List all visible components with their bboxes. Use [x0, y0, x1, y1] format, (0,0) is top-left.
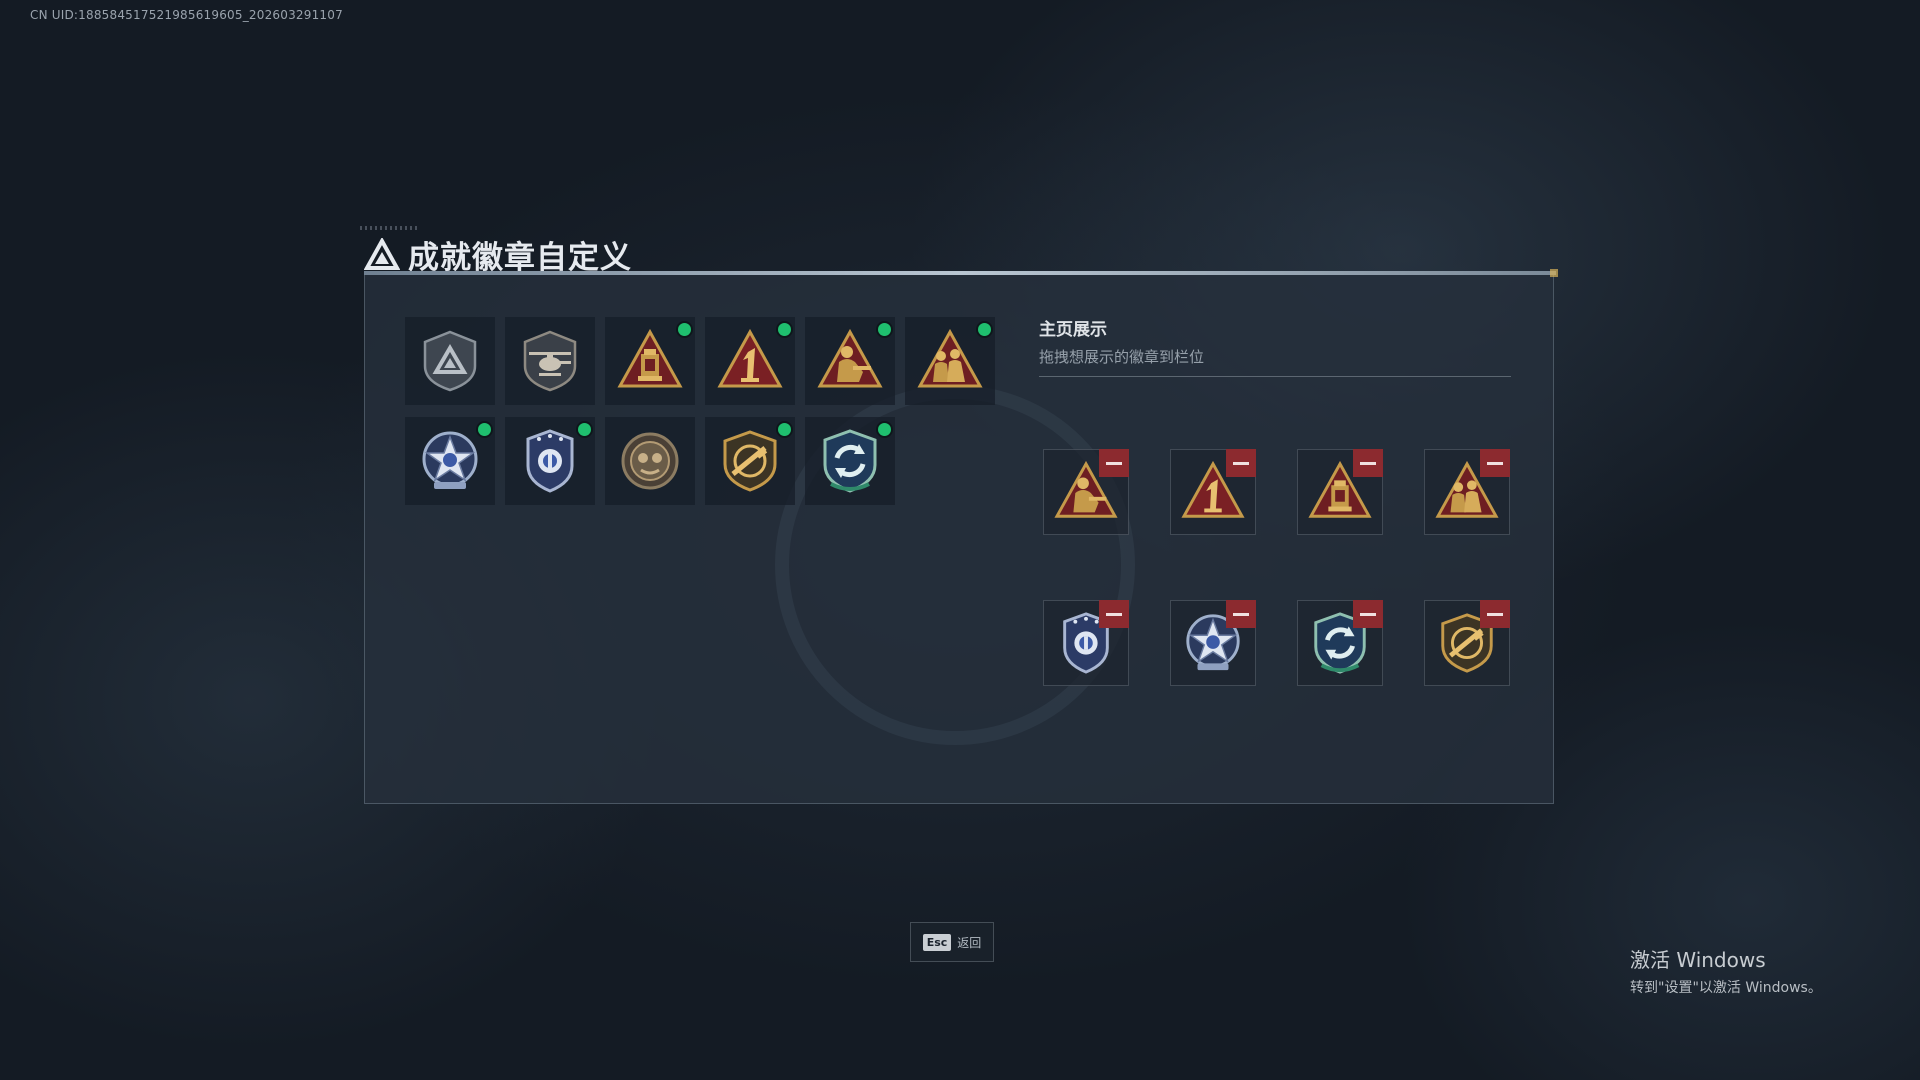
bronze-circle-badge-icon: [617, 428, 683, 494]
remove-badge-button[interactable]: [1099, 600, 1129, 628]
activation-subtitle: 转到"设置"以激活 Windows。: [1630, 980, 1822, 996]
rifle-shield-badge-icon: [717, 428, 783, 494]
homepage-showcase: 主页展示 拖拽想展示的徽章到栏位: [1039, 317, 1511, 686]
gold-triangle-soldier-badge-icon: [817, 328, 883, 394]
showcase-divider: [1039, 376, 1511, 377]
remove-badge-button[interactable]: [1226, 600, 1256, 628]
equipped-indicator: [678, 323, 691, 336]
back-label: 返回: [957, 935, 982, 950]
badge-slot[interactable]: [605, 317, 695, 405]
silver-star-badge-icon: [417, 428, 483, 494]
delta-logo-icon: [364, 237, 400, 270]
badge-slot[interactable]: [505, 417, 595, 505]
back-button[interactable]: Esc 返回: [910, 922, 994, 962]
remove-badge-button[interactable]: [1353, 449, 1383, 477]
gold-triangle-lantern-badge-icon: [617, 328, 683, 394]
showcase-title: 主页展示: [1039, 320, 1107, 340]
remove-badge-button[interactable]: [1226, 449, 1256, 477]
showcase-slot[interactable]: [1424, 449, 1510, 535]
badge-slot[interactable]: [705, 417, 795, 505]
showcase-slot[interactable]: [1297, 600, 1383, 686]
equipped-indicator: [978, 323, 991, 336]
equipped-indicator: [478, 423, 491, 436]
badge-slot[interactable]: [405, 417, 495, 505]
badge-slot[interactable]: [505, 317, 595, 405]
equipped-indicator: [878, 323, 891, 336]
badge-slot[interactable]: [705, 317, 795, 405]
title-decoration: [360, 226, 420, 230]
equipped-indicator: [778, 423, 791, 436]
badge-customization-panel: 主页展示 拖拽想展示的徽章到栏位: [364, 269, 1558, 804]
equipped-indicator: [578, 423, 591, 436]
showcase-slot[interactable]: [1043, 449, 1129, 535]
showcase-subtitle: 拖拽想展示的徽章到栏位: [1039, 348, 1205, 366]
remove-badge-button[interactable]: [1353, 600, 1383, 628]
green-cycle-shield-badge-icon: [817, 428, 883, 494]
showcase-slot[interactable]: [1170, 449, 1256, 535]
equipped-indicator: [778, 323, 791, 336]
gray-triangle-shield-badge-icon: [417, 328, 483, 394]
showcase-slot[interactable]: [1170, 600, 1256, 686]
police-shield-badge-icon: [517, 428, 583, 494]
remove-badge-button[interactable]: [1480, 600, 1510, 628]
badge-slot[interactable]: [605, 417, 695, 505]
esc-key-hint: Esc: [922, 933, 952, 951]
helicopter-shield-badge-icon: [517, 328, 583, 394]
showcase-slot[interactable]: [1043, 600, 1129, 686]
badge-slot[interactable]: [905, 317, 995, 405]
gold-triangle-number-one-badge-icon: [717, 328, 783, 394]
showcase-slot[interactable]: [1297, 449, 1383, 535]
badge-inventory-grid: [405, 317, 995, 505]
badge-slot[interactable]: [805, 317, 895, 405]
activation-title: 激活 Windows: [1630, 948, 1766, 972]
badge-slot[interactable]: [405, 317, 495, 405]
remove-badge-button[interactable]: [1099, 449, 1129, 477]
panel-top-border: [364, 269, 1558, 277]
equipped-indicator: [878, 423, 891, 436]
remove-badge-button[interactable]: [1480, 449, 1510, 477]
windows-activation-watermark: 激活 Windows 转到"设置"以激活 Windows。: [1630, 944, 1822, 997]
gold-triangle-squad-badge-icon: [917, 328, 983, 394]
showcase-slot[interactable]: [1424, 600, 1510, 686]
uid-label: CN UID:188584517521985619605_20260329110…: [30, 8, 343, 22]
showcase-slot-grid: [1043, 449, 1510, 686]
badge-slot[interactable]: [805, 417, 895, 505]
